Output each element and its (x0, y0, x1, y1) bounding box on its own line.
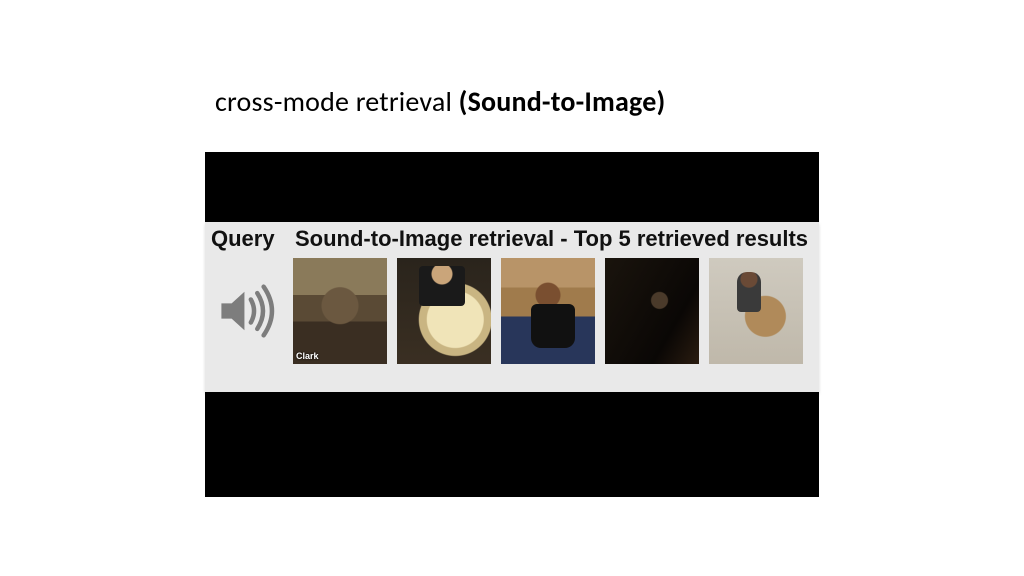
result-thumbnail-1 (293, 258, 387, 364)
speaker-icon (211, 266, 283, 356)
result-thumbnail-5 (709, 258, 803, 364)
slide-title: cross-mode retrieval (Sound-to-Image) (215, 84, 665, 119)
demo-frame: Query Sound-to-Image retrieval - Top 5 r… (205, 152, 819, 497)
results-header: Sound-to-Image retrieval - Top 5 retriev… (295, 226, 813, 252)
title-prefix: cross-mode retrieval (215, 84, 459, 119)
result-thumbnail-3 (501, 258, 595, 364)
retrieval-panel: Query Sound-to-Image retrieval - Top 5 r… (205, 222, 819, 392)
panel-headers: Query Sound-to-Image retrieval - Top 5 r… (211, 226, 813, 252)
thumbnail-row (211, 258, 803, 364)
query-header: Query (211, 226, 295, 252)
title-bold: (Sound-to-Image) (459, 84, 666, 119)
result-thumbnail-4 (605, 258, 699, 364)
result-thumbnail-2 (397, 258, 491, 364)
slide: cross-mode retrieval (Sound-to-Image) Qu… (0, 0, 1024, 576)
